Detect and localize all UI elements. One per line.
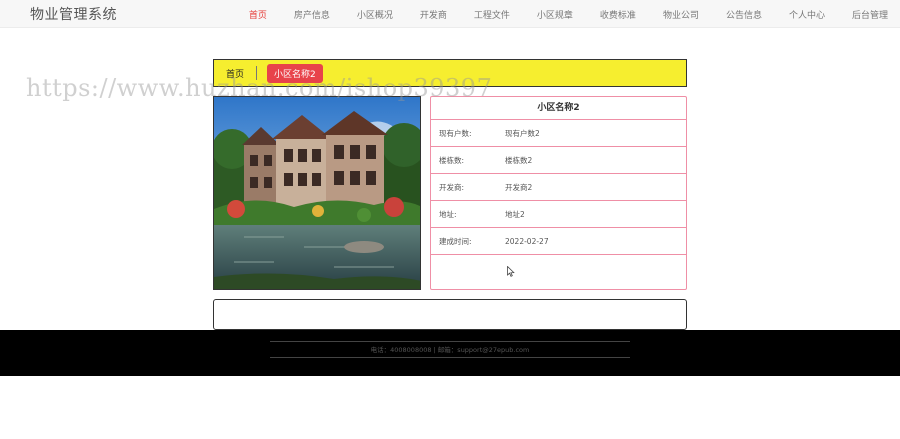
breadcrumb-home-link[interactable]: 首页 <box>226 67 244 80</box>
built-date-label: 建成时间: <box>439 236 472 246</box>
buildings-label: 楼栋数: <box>439 155 465 165</box>
address-label: 地址: <box>439 209 457 219</box>
mouse-cursor-icon <box>507 262 515 281</box>
community-name-heading: 小区名称2 <box>431 97 686 120</box>
nav-item-fee-standards[interactable]: 收费标准 <box>600 8 636 21</box>
top-navbar: 物业管理系统 首页 房产信息 小区概况 开发商 工程文件 小区规章 收费标准 物… <box>0 0 900 28</box>
nav-item-personal-center[interactable]: 个人中心 <box>789 8 825 21</box>
nav-item-announcements[interactable]: 公告信息 <box>726 8 762 21</box>
footer-divider-bottom <box>270 357 630 358</box>
developer-value: 开发商2 <box>505 182 533 192</box>
nav-item-community-rules[interactable]: 小区规章 <box>537 8 573 21</box>
households-value: 现有户数2 <box>505 128 540 138</box>
nav-item-project-files[interactable]: 工程文件 <box>474 8 510 21</box>
nav-item-community-overview[interactable]: 小区概况 <box>357 8 393 21</box>
community-photo <box>213 96 421 290</box>
nav-item-property-company[interactable]: 物业公司 <box>663 8 699 21</box>
breadcrumb-current-badge: 小区名称2 <box>267 63 323 83</box>
breadcrumb: 首页 小区名称2 <box>213 59 687 87</box>
footer-contact-text: 电话：4008008008 | 邮箱：support@27epub.com <box>370 346 530 354</box>
nav-item-home[interactable]: 首页 <box>249 8 267 21</box>
developer-label: 开发商: <box>439 182 465 192</box>
buildings-value: 楼栋数2 <box>505 155 533 165</box>
detail-row-buildings: 楼栋数: 楼栋数2 <box>431 147 686 174</box>
content-box <box>213 299 687 330</box>
footer: 电话：4008008008 | 邮箱：support@27epub.com <box>0 330 900 376</box>
footer-divider-top <box>270 341 630 342</box>
built-date-value: 2022-02-27 <box>505 236 549 246</box>
detail-row-households: 现有户数: 现有户数2 <box>431 120 686 147</box>
nav-item-developer[interactable]: 开发商 <box>420 8 447 21</box>
site-title: 物业管理系统 <box>30 7 117 23</box>
nav-item-admin[interactable]: 后台管理 <box>852 8 888 21</box>
breadcrumb-divider <box>256 66 258 80</box>
detail-row-developer: 开发商: 开发商2 <box>431 174 686 201</box>
detail-row-built-date: 建成时间: 2022-02-27 <box>431 228 686 255</box>
households-label: 现有户数: <box>439 128 472 138</box>
address-value: 地址2 <box>505 209 525 219</box>
detail-row-address: 地址: 地址2 <box>431 201 686 228</box>
main-nav: 首页 房产信息 小区概况 开发商 工程文件 小区规章 收费标准 物业公司 公告信… <box>222 0 888 28</box>
community-detail-panel: 小区名称2 现有户数: 现有户数2 楼栋数: 楼栋数2 开发商: 开发商2 地址… <box>430 96 687 290</box>
nav-item-property-info[interactable]: 房产信息 <box>294 8 330 21</box>
